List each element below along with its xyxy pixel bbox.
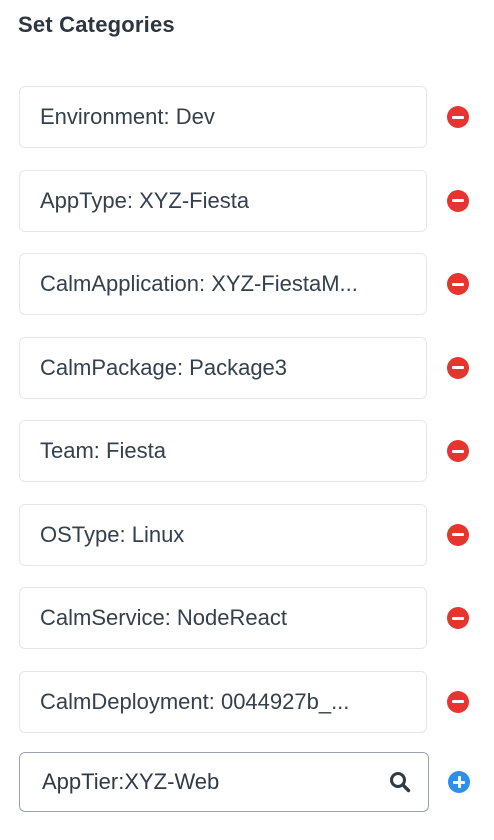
category-tag: AppType: XYZ-Fiesta	[19, 169, 427, 232]
remove-category-icon[interactable]	[447, 440, 469, 462]
remove-category-icon[interactable]	[447, 356, 469, 379]
remove-category-icon[interactable]	[447, 273, 469, 295]
category-tag: CalmDeployment: 0044927b_...	[19, 670, 427, 733]
new-category-field	[19, 752, 429, 812]
category-row: AppType: XYZ-Fiesta	[19, 169, 489, 234]
category-row: Team: Fiesta	[19, 420, 489, 484]
category-row: OSType: Linux	[19, 503, 489, 568]
panel-title: Set Categories	[18, 12, 175, 37]
category-label: Environment: Dev	[40, 104, 215, 129]
category-tag: Team: Fiesta	[19, 420, 427, 482]
category-tag: CalmPackage: Package3	[19, 336, 427, 399]
category-row: CalmDeployment: 0044927b_...	[19, 670, 489, 735]
category-tag: CalmApplication: XYZ-FiestaM...	[19, 253, 427, 315]
search-icon[interactable]	[388, 770, 412, 794]
remove-category-icon[interactable]	[447, 106, 469, 128]
category-tag: Environment: Dev	[19, 86, 427, 148]
remove-category-icon[interactable]	[447, 690, 469, 713]
remove-category-icon[interactable]	[447, 523, 469, 546]
category-row: CalmPackage: Package3	[19, 336, 489, 401]
category-row: Environment: Dev	[19, 86, 489, 150]
category-tag: OSType: Linux	[19, 503, 427, 566]
category-row: CalmApplication: XYZ-FiestaM...	[19, 253, 489, 317]
remove-category-icon[interactable]	[447, 189, 469, 212]
category-label: CalmService: NodeReact	[40, 605, 287, 630]
category-label: AppType: XYZ-Fiesta	[40, 187, 250, 213]
category-list: Environment: Dev AppType: XYZ-Fiesta Cal…	[19, 86, 489, 754]
category-label: Team: Fiesta	[40, 438, 166, 463]
new-category-row	[19, 752, 489, 814]
category-label: OSType: Linux	[40, 521, 185, 547]
category-label: CalmDeployment: 0044927b_...	[40, 688, 350, 714]
category-tag: CalmService: NodeReact	[19, 587, 427, 649]
remove-category-icon[interactable]	[447, 607, 469, 629]
category-label: CalmApplication: XYZ-FiestaM...	[40, 271, 358, 296]
category-row: CalmService: NodeReact	[19, 587, 489, 651]
category-label: CalmPackage: Package3	[40, 354, 288, 380]
add-category-icon[interactable]	[448, 771, 470, 793]
new-category-input[interactable]	[42, 753, 372, 811]
